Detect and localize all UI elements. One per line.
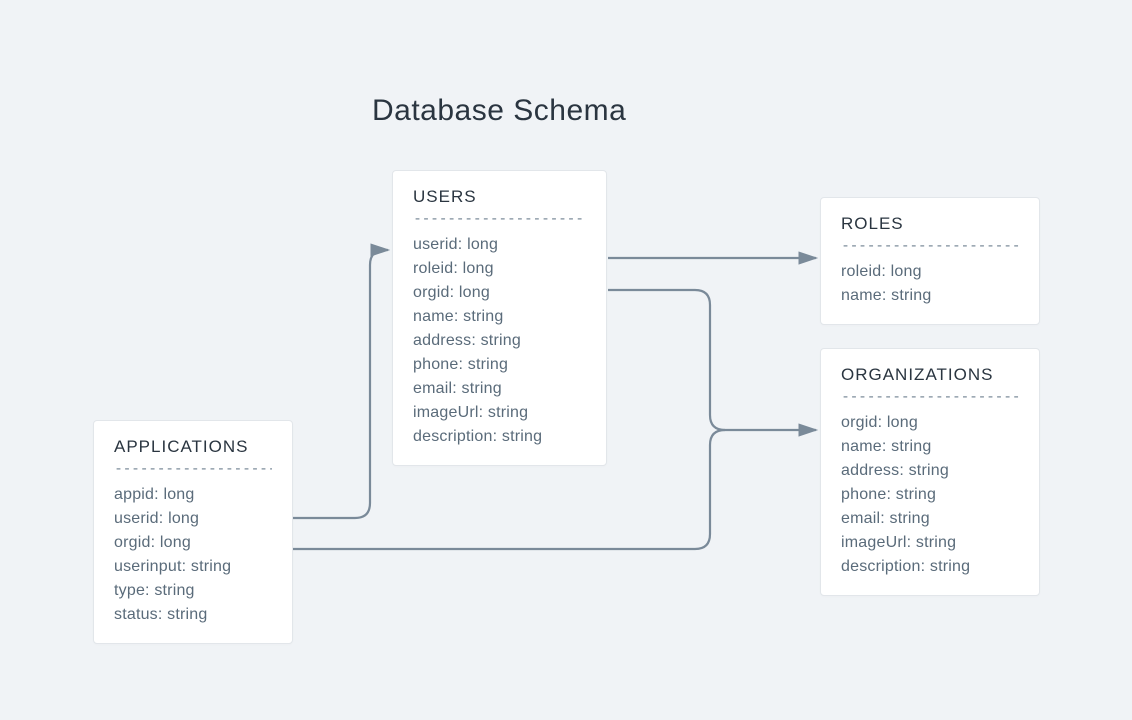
entity-field: phone: string (413, 353, 586, 377)
entity-applications-name: APPLICATIONS (114, 437, 272, 457)
entity-field: address: string (413, 329, 586, 353)
entity-field: email: string (413, 377, 586, 401)
entity-field: email: string (841, 507, 1019, 531)
entity-users: USERS ------------------------ userid: l… (392, 170, 607, 466)
entity-organizations-name: ORGANIZATIONS (841, 365, 1019, 385)
entity-field: userinput: string (114, 555, 272, 579)
connector-users-to-organizations (608, 290, 816, 430)
entity-field: phone: string (841, 483, 1019, 507)
entity-field: name: string (841, 435, 1019, 459)
entity-applications: APPLICATIONS ------------------------ ap… (93, 420, 293, 644)
entity-field: description: string (841, 555, 1019, 579)
entity-roles-fields: roleid: longname: string (841, 260, 1019, 308)
entity-field: name: string (413, 305, 586, 329)
entity-applications-fields: appid: longuserid: longorgid: longuserin… (114, 483, 272, 627)
diagram-title: Database Schema (372, 94, 626, 128)
entity-divider: ------------------------ (114, 459, 272, 477)
entity-field: imageUrl: string (413, 401, 586, 425)
entity-field: orgid: long (413, 281, 586, 305)
entity-field: status: string (114, 603, 272, 627)
entity-roles-name: ROLES (841, 214, 1019, 234)
entity-divider: ------------------------ (413, 209, 586, 227)
entity-field: orgid: long (841, 411, 1019, 435)
entity-field: description: string (413, 425, 586, 449)
entity-field: orgid: long (114, 531, 272, 555)
entity-field: name: string (841, 284, 1019, 308)
entity-users-fields: userid: longroleid: longorgid: longname:… (413, 233, 586, 449)
entity-field: roleid: long (413, 257, 586, 281)
entity-organizations: ORGANIZATIONS ------------------------ o… (820, 348, 1040, 596)
connector-applications-to-users (293, 250, 388, 518)
entity-field: appid: long (114, 483, 272, 507)
entity-divider: ------------------------ (841, 387, 1019, 405)
entity-divider: ------------------------ (841, 236, 1019, 254)
entity-roles: ROLES ------------------------ roleid: l… (820, 197, 1040, 325)
entity-field: roleid: long (841, 260, 1019, 284)
entity-field: address: string (841, 459, 1019, 483)
entity-field: imageUrl: string (841, 531, 1019, 555)
entity-field: userid: long (413, 233, 586, 257)
entity-organizations-fields: orgid: longname: stringaddress: stringph… (841, 411, 1019, 579)
entity-users-name: USERS (413, 187, 586, 207)
entity-field: type: string (114, 579, 272, 603)
entity-field: userid: long (114, 507, 272, 531)
